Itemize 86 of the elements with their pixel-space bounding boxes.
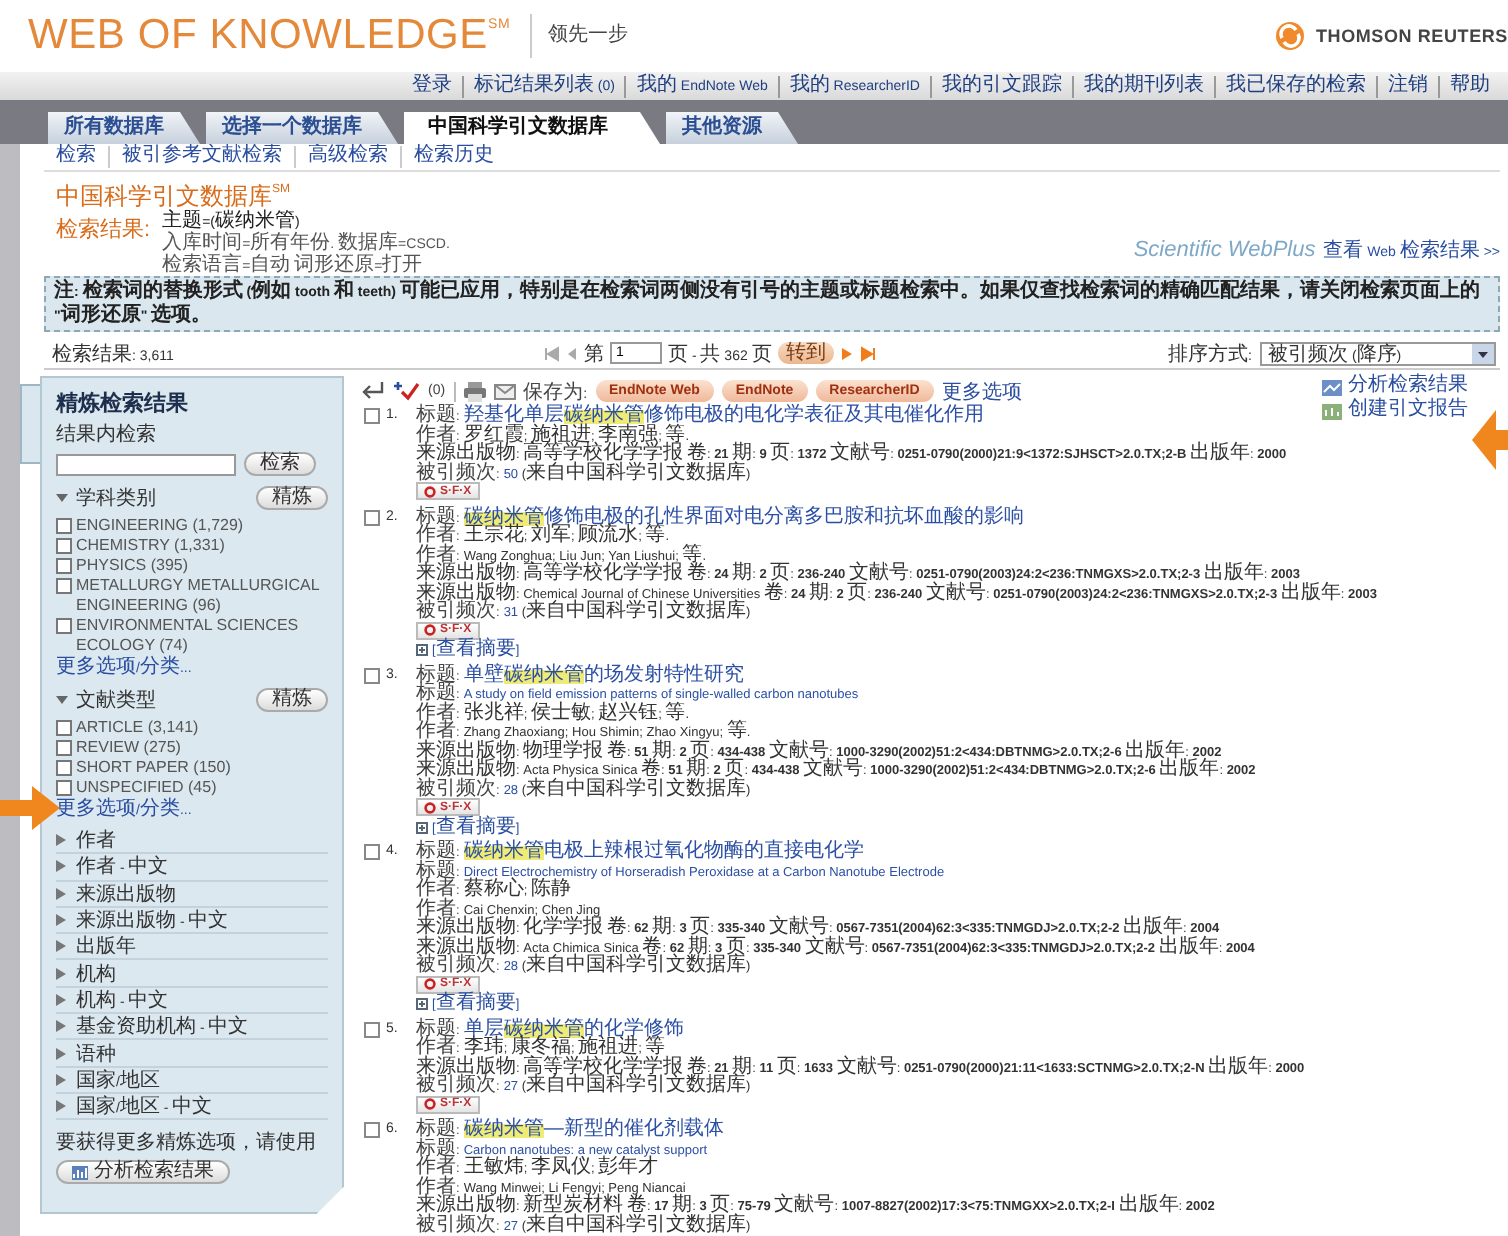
option-label: REVIEW (275): [76, 738, 181, 758]
search-subtab[interactable]: 检索: [44, 146, 108, 168]
ring-icon: [424, 485, 436, 497]
mail-icon: [493, 383, 516, 399]
return-arrow-icon: [360, 380, 384, 402]
option-label: METALLURGY METALLURGICAL ENGINEERING (96): [76, 576, 322, 616]
print-icon: [463, 381, 486, 401]
checkbox[interactable]: [364, 1122, 380, 1138]
checkbox[interactable]: [364, 408, 380, 424]
checkbox[interactable]: [364, 844, 380, 860]
previous-page-icon: [566, 345, 578, 361]
option-label: CHEMISTRY (1,331): [76, 536, 225, 556]
chart-icon: [1322, 379, 1342, 395]
category-row[interactable]: 出版年: [56, 934, 328, 961]
checkbox[interactable]: [56, 618, 72, 634]
next-page-icon: [839, 345, 854, 361]
category-row[interactable]: 来源出版物: [56, 881, 328, 908]
search-subtab[interactable]: 高级检索: [294, 146, 400, 168]
query-label: 检索结果:: [56, 215, 151, 244]
checkbox[interactable]: [56, 578, 72, 594]
first-page-icon: [544, 345, 560, 361]
database-tab[interactable]: 中国科学引文数据库: [404, 112, 660, 144]
database-tab[interactable]: 其他资源: [666, 112, 798, 144]
ring-icon: [424, 1098, 436, 1110]
brand-name: THOMSON REUTERS: [1315, 26, 1508, 46]
swirl-icon: [1273, 20, 1306, 52]
checkbox[interactable]: [364, 509, 380, 525]
search-within-field[interactable]: [56, 453, 236, 475]
category-row[interactable]: 作者: [56, 828, 328, 855]
arrow-icon: [1472, 406, 1508, 474]
go-button[interactable]: 转到: [777, 342, 834, 364]
ring-icon: [424, 978, 436, 990]
search-within-label: 结果内检索: [56, 421, 158, 448]
group-title: 学科类别: [76, 485, 156, 512]
option-label: UNSPECIFIED (45): [76, 778, 217, 797]
option-label: ARTICLE (3,141): [76, 718, 199, 738]
checkbox[interactable]: [56, 760, 72, 776]
top-link[interactable]: 登录: [401, 75, 462, 97]
option-label: ENVIRONMENTAL SCIENCES ECOLOGY (74): [76, 616, 301, 655]
category-row[interactable]: 语种: [56, 1040, 328, 1068]
search-subtab[interactable]: 检索历史: [400, 146, 506, 168]
checkbox[interactable]: [364, 1021, 380, 1037]
option-label: SHORT PAPER (150): [76, 758, 231, 778]
plus-box-icon: [416, 644, 428, 657]
analyze-button[interactable]: 分析检索结果: [56, 1160, 230, 1185]
chart-icon: [72, 1165, 88, 1180]
more-options-link[interactable]: 更多选项: [941, 377, 1022, 405]
checkbox[interactable]: [56, 558, 72, 574]
search-button[interactable]: 检索: [244, 452, 316, 476]
refine-button[interactable]: 精炼: [256, 486, 328, 510]
ring-icon: [424, 801, 436, 813]
top-link[interactable]: 帮助: [1438, 75, 1500, 97]
search-subtab[interactable]: 被引参考文献检索: [108, 146, 294, 168]
database-tab[interactable]: 所有数据库: [48, 112, 200, 144]
group-title: 文献类型: [76, 687, 156, 714]
side-link[interactable]: 分析检索结果: [1322, 376, 1468, 398]
page-label: 第: [584, 341, 604, 367]
option-label: ENGINEERING (1,729): [76, 516, 244, 536]
last-page-icon: [859, 345, 878, 361]
ring-icon: [424, 624, 436, 636]
checkbox[interactable]: [56, 740, 72, 756]
tagline: 领先一步: [530, 14, 629, 58]
refine-button[interactable]: 精炼: [256, 688, 328, 712]
top-link[interactable]: 我已保存的检索: [1214, 75, 1376, 97]
top-link[interactable]: 注销: [1376, 75, 1438, 97]
checkbox[interactable]: [56, 538, 72, 554]
report-icon: [1322, 403, 1342, 419]
refine-footer: 要获得更多精炼选项，请使用: [56, 1132, 328, 1157]
side-link[interactable]: 创建引文报告: [1322, 400, 1468, 422]
check-plus-icon: [392, 380, 420, 402]
database-title: 中国科学引文数据库$^{SM}$: [54, 180, 292, 210]
webplus-logo: Scientific WebPlus: [1133, 238, 1316, 262]
category-row[interactable]: 机构: [56, 960, 328, 988]
arrow-icon: [0, 784, 60, 832]
plus-box-icon: [416, 998, 428, 1011]
database-tab[interactable]: 选择一个数据库: [206, 112, 398, 144]
top-link[interactable]: 我的引文跟踪: [930, 75, 1072, 97]
checkbox[interactable]: [364, 667, 380, 683]
caret-icon: [1472, 343, 1494, 363]
option-label: PHYSICS (395): [76, 556, 189, 576]
checkbox[interactable]: [56, 518, 72, 534]
plus-box-icon: [416, 821, 428, 834]
panel-title: 精炼检索结果: [56, 389, 190, 418]
checkbox[interactable]: [56, 780, 72, 796]
top-link[interactable]: 我的期刊列表: [1072, 75, 1214, 97]
checkbox[interactable]: [56, 720, 72, 736]
